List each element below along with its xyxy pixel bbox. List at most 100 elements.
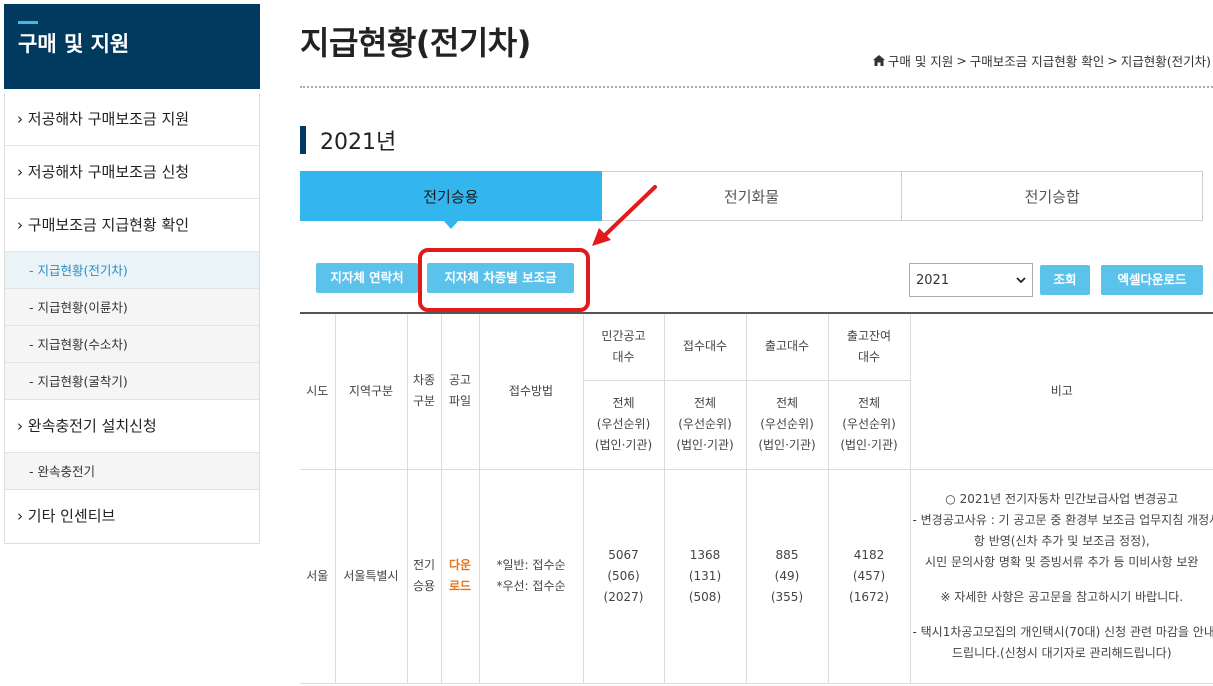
subheader-priority: (우선순위)	[842, 417, 896, 431]
cell-received: 1368 (131) (508)	[663, 468, 747, 684]
breadcrumb-item-purchase[interactable]: 구매 및 지원	[888, 51, 953, 70]
cell-released-priority: (49)	[774, 568, 800, 583]
sidebar-header: 구매 및 지원	[4, 4, 260, 89]
cell-private-notice-priority: (506)	[607, 568, 640, 583]
cell-notice-file: 다운 로드	[440, 468, 480, 684]
cell-sido: 서울	[300, 468, 336, 684]
page-title: 지급현황(전기차)	[300, 24, 531, 62]
subheader-corporate: (법인·기관)	[758, 438, 816, 452]
cell-method-priority: *우선: 접수순	[496, 579, 566, 593]
cell-private-notice: 5067 (506) (2027)	[582, 468, 665, 684]
breadcrumb-item-status-check[interactable]: 구매보조금 지급현황 확인	[970, 51, 1104, 70]
header-private-notice-line1: 민간공고	[601, 328, 646, 343]
header-received: 접수대수	[663, 312, 747, 381]
search-button[interactable]: 조회	[1040, 265, 1090, 295]
cell-received-total: 1368	[689, 547, 721, 562]
year-select-value: 2021	[916, 272, 950, 288]
cell-car-type: 전기 승용	[406, 468, 442, 684]
excel-download-button[interactable]: 엑셀다운로드	[1101, 265, 1203, 295]
cell-remaining: 4182 (457) (1672)	[827, 468, 911, 684]
cell-remaining-priority: (457)	[852, 568, 886, 583]
subheader-corporate: (법인·기관)	[840, 438, 898, 452]
year-heading: 2021년	[300, 124, 396, 156]
breadcrumb-separator: >	[1107, 53, 1118, 68]
header-private-notice: 민간공고 대수	[582, 312, 665, 381]
year-select[interactable]: 2021	[909, 263, 1033, 297]
sidebar-item-charger-install[interactable]: › 완속충전기 설치신청	[5, 400, 259, 453]
header-remaining-line2: 대수	[857, 349, 881, 364]
remark-line: 항 반영(신차 추가 및 보조금 정정),	[973, 533, 1150, 548]
cell-received-priority: (131)	[688, 568, 722, 583]
header-notice-file-line2: 파일	[448, 394, 472, 409]
cell-remaining-corporate: (1672)	[849, 589, 889, 604]
download-link-line2: 로드	[448, 579, 472, 593]
cell-remaining-total: 4182	[853, 547, 885, 562]
sidebar-sub-ev-status[interactable]: - 지급현황(전기차)	[5, 252, 259, 289]
subheader-priority: (우선순위)	[596, 417, 651, 431]
cell-private-notice-total: 5067	[608, 547, 639, 562]
cell-received-corporate: (508)	[688, 589, 722, 604]
header-car-type-line2: 구분	[412, 394, 436, 409]
sidebar-menu: › 저공해차 구매보조금 지원 › 저공해차 구매보조금 신청 › 구매보조금 …	[4, 93, 260, 544]
sidebar-item-low-emission-subsidy[interactable]: › 저공해차 구매보조금 지원	[5, 93, 259, 146]
cell-remark: ○ 2021년 전기자동차 민간보급사업 변경공고 - 변경공고사유 : 기 공…	[909, 468, 1213, 684]
sidebar-sub-two-wheeler-status[interactable]: - 지급현황(이륜차)	[5, 289, 259, 326]
sidebar-item-other-incentives[interactable]: › 기타 인센티브	[5, 490, 259, 543]
header-released: 출고대수	[745, 312, 829, 381]
sidebar-item-subsidy-application[interactable]: › 저공해차 구매보조금 신청	[5, 146, 259, 199]
year-heading-bar	[300, 126, 306, 154]
subheader-corporate: (법인·기관)	[676, 438, 734, 452]
subheader-corporate: (법인·기관)	[594, 438, 653, 452]
highlight-annotation-box	[418, 248, 590, 312]
header-private-notice-line2: 대수	[612, 349, 635, 364]
subheader-priority: (우선순위)	[760, 417, 814, 431]
home-icon[interactable]	[872, 55, 885, 66]
cell-method: *일반: 접수순 *우선: 접수순	[478, 468, 584, 684]
sidebar-sub-hydrogen-status[interactable]: - 지급현황(수소차)	[5, 326, 259, 363]
tab-ev-passenger[interactable]: 전기승용	[300, 171, 602, 229]
tab-ev-cargo[interactable]: 전기화물	[601, 171, 903, 221]
download-link[interactable]: 다운 로드	[449, 558, 471, 593]
cell-car-type-line2: 승용	[412, 579, 436, 593]
cell-private-notice-corporate: (2027)	[603, 589, 644, 604]
cell-released-total: 885	[775, 547, 799, 562]
tab-ev-bus[interactable]: 전기승합	[902, 171, 1204, 221]
header-notice-file: 공고 파일	[440, 312, 480, 470]
sidebar: 구매 및 지원 › 저공해차 구매보조금 지원 › 저공해차 구매보조금 신청 …	[4, 4, 260, 544]
remark-line: - 변경공고사유 : 기 공고문 중 환경부 보조금 업무지침 개정사	[912, 512, 1213, 527]
subsidy-status-table: 시도 지역구분 차종 구분 공고 파일 접수방법 민간공고 대수 접수대수 출고…	[300, 312, 1213, 684]
vehicle-type-tabs: 전기승용 전기화물 전기승합	[300, 171, 1204, 229]
cell-method-general: *일반: 접수순	[496, 558, 566, 572]
header-region: 지역구분	[334, 312, 408, 470]
year-heading-text: 2021년	[320, 130, 397, 155]
header-method: 접수방법	[478, 312, 584, 470]
cell-region: 서울특별시	[334, 468, 408, 684]
local-contact-button[interactable]: 지자체 연락처	[316, 263, 418, 293]
cell-released-corporate: (355)	[770, 589, 804, 604]
remark-line: 드립니다.(신청시 대기자로 관리해드립니다)	[951, 645, 1172, 660]
cell-released: 885 (49) (355)	[745, 468, 829, 684]
main-content: 지급현황(전기차) 구매 및 지원 > 구매보조금 지급현황 확인 > 지급현황…	[300, 0, 1213, 686]
cell-car-type-line1: 전기	[412, 558, 436, 572]
subheader-received: 전체 (우선순위) (법인·기관)	[663, 379, 747, 470]
sidebar-sub-slow-charger[interactable]: - 완속충전기	[5, 453, 259, 490]
title-divider	[300, 86, 1213, 88]
subheader-private-notice: 전체 (우선순위) (법인·기관)	[582, 379, 665, 470]
header-car-type: 차종 구분	[406, 312, 442, 470]
header-remaining: 출고잔여 대수	[827, 312, 911, 381]
sidebar-title: 구매 및 지원	[18, 32, 130, 56]
header-sido: 시도	[300, 312, 336, 470]
subheader-total: 전체	[775, 396, 799, 410]
header-remark: 비고	[909, 312, 1213, 470]
remark-line: 시민 문의사항 명확 및 증빙서류 추가 등 미비사항 보완	[925, 554, 1199, 569]
breadcrumb-separator: >	[956, 53, 967, 68]
sidebar-header-accent	[18, 21, 38, 24]
table-row: 서울 서울특별시 전기 승용 다운 로드 *일반: 접수순 *우선: 접수순 5…	[300, 468, 1213, 684]
subheader-remaining: 전체 (우선순위) (법인·기관)	[827, 379, 911, 470]
sidebar-item-subsidy-status[interactable]: › 구매보조금 지급현황 확인	[5, 199, 259, 252]
breadcrumb-item-current: 지급현황(전기차)	[1120, 54, 1211, 69]
subheader-released: 전체 (우선순위) (법인·기관)	[745, 379, 829, 470]
breadcrumb: 구매 및 지원 > 구매보조금 지급현황 확인 > 지급현황(전기차)	[872, 51, 1211, 70]
download-link-line1: 다운	[448, 558, 472, 572]
sidebar-sub-excavator-status[interactable]: - 지급현황(굴착기)	[5, 363, 259, 400]
